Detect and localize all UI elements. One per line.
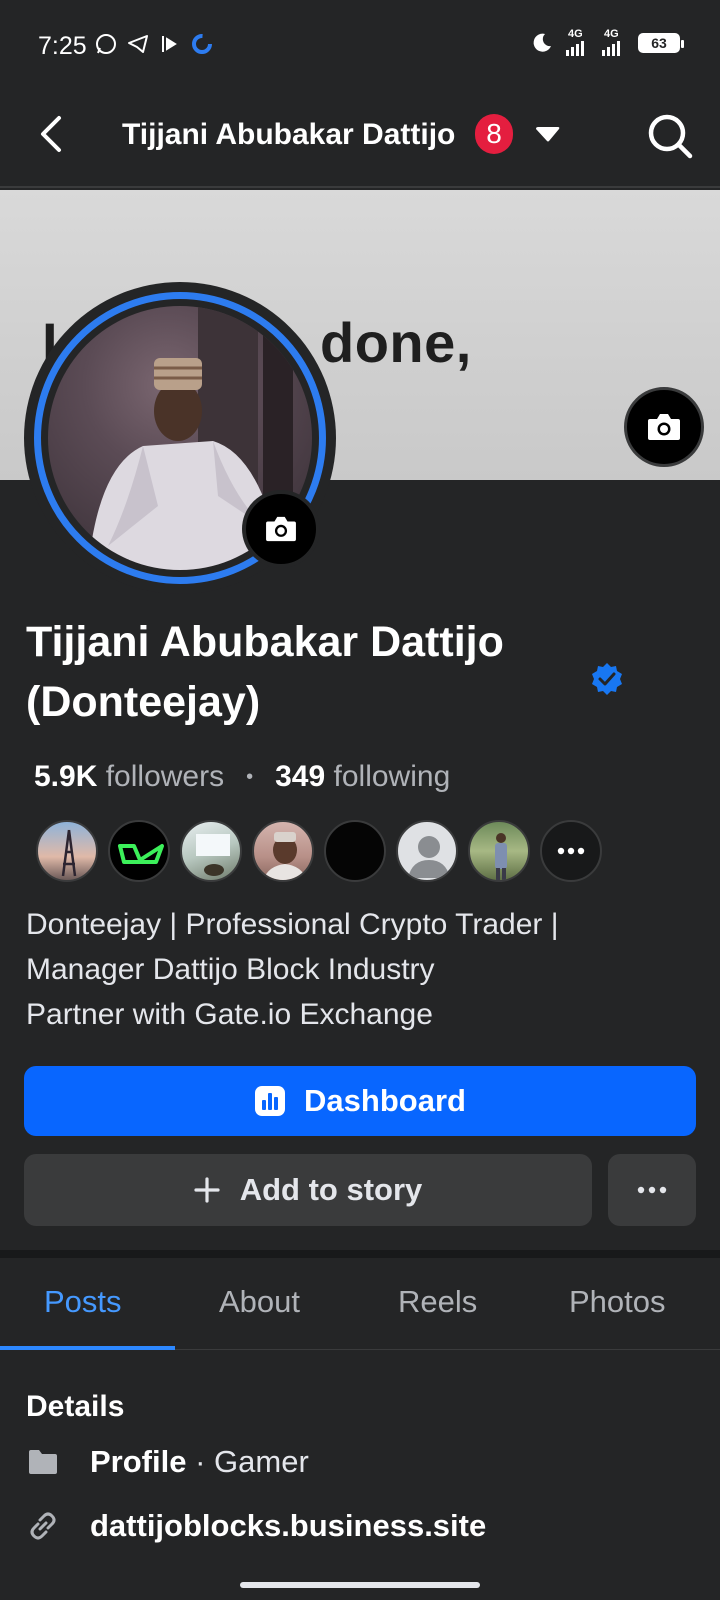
back-arrow-icon: [41, 116, 61, 152]
friend-avatar[interactable]: [36, 820, 98, 882]
tab-reels[interactable]: Reels: [398, 1284, 477, 1320]
more-dots-icon: [637, 1186, 667, 1194]
following-link[interactable]: 349 following: [275, 760, 450, 794]
stats-separator: •: [246, 765, 254, 788]
sync-icon: [192, 34, 212, 54]
back-button[interactable]: [26, 108, 78, 160]
notification-badge[interactable]: 8: [475, 114, 513, 154]
friend-avatar[interactable]: [324, 820, 386, 882]
friend-avatar[interactable]: [396, 820, 458, 882]
active-tab-indicator: [0, 1346, 175, 1350]
profile-bio: Donteejay | Professional Crypto Trader |…: [26, 902, 559, 1037]
tab-photos[interactable]: Photos: [569, 1284, 666, 1320]
friend-avatar[interactable]: [252, 820, 314, 882]
person-photo-icon: [263, 832, 307, 880]
eiffel-tower-icon: [61, 829, 77, 877]
camera-icon: [648, 414, 680, 440]
status-app-icons: [94, 32, 214, 56]
signal-icon: 4G: [566, 28, 590, 56]
category-icon: [29, 1450, 57, 1474]
dashboard-label: Dashboard: [304, 1083, 466, 1118]
profile-name-line2: (Donteejay): [26, 678, 261, 726]
profile-label: Profile: [90, 1444, 187, 1479]
search-icon: [648, 114, 693, 159]
tab-about[interactable]: About: [219, 1284, 300, 1320]
followers-link[interactable]: 5.9K followers: [34, 760, 224, 794]
photo-thumb-icon: [196, 834, 230, 876]
detail-website[interactable]: dattijoblocks.business.site: [26, 1508, 486, 1544]
dashboard-button[interactable]: Dashboard: [24, 1066, 696, 1136]
battery-icon: 63: [638, 33, 684, 53]
person-standing-icon: [495, 833, 507, 880]
header-title[interactable]: Tijjani Abubakar Dattijo: [122, 118, 455, 152]
friend-avatar[interactable]: [108, 820, 170, 882]
profile-tabs: Posts About Reels Photos: [0, 1258, 720, 1350]
bio-line: Partner with Gate.io Exchange: [26, 998, 433, 1031]
followers-label: followers: [105, 760, 225, 793]
section-divider: [0, 1250, 720, 1258]
followers-count: 5.9K: [34, 760, 98, 793]
link-icon: [30, 1512, 56, 1540]
website-link[interactable]: dattijoblocks.business.site: [90, 1508, 486, 1544]
logo-icon: [118, 844, 164, 864]
caret-down-icon: [536, 127, 560, 142]
friend-avatar[interactable]: [468, 820, 530, 882]
more-dots-icon: [557, 847, 585, 855]
app-notification-icon: [162, 36, 177, 52]
edit-profile-photo-button[interactable]: [242, 490, 320, 568]
profile-name: Tijjani Abubakar Dattijo (Donteejay): [26, 612, 586, 732]
more-friends-button[interactable]: [540, 820, 602, 882]
home-indicator[interactable]: [240, 1582, 480, 1588]
verified-badge-icon[interactable]: [590, 662, 624, 696]
following-count: 349: [275, 760, 326, 793]
signal-icon-2: 4G: [602, 28, 626, 56]
camera-icon: [266, 516, 296, 542]
moon-icon: [533, 33, 551, 52]
default-avatar-icon: [408, 836, 450, 878]
whatsapp-icon: [96, 34, 116, 54]
mutual-friends-row: [36, 820, 602, 882]
bio-line: Manager Dattijo Block Industry: [26, 953, 435, 986]
status-bar: 7:25 4G 4G 63: [0, 0, 720, 90]
tab-posts[interactable]: Posts: [44, 1284, 122, 1320]
account-dropdown-button[interactable]: [530, 120, 566, 150]
following-label: following: [333, 760, 451, 793]
add-to-story-button[interactable]: Add to story: [24, 1154, 592, 1226]
telegram-icon: [128, 35, 148, 53]
details-heading: Details: [26, 1390, 125, 1423]
plus-icon: [194, 1177, 220, 1203]
friend-avatar[interactable]: [180, 820, 242, 882]
profile-category: · Gamer: [195, 1444, 309, 1479]
profile-avatar[interactable]: [24, 282, 336, 594]
add-to-story-label: Add to story: [239, 1172, 423, 1207]
status-indicators: 4G 4G 63: [530, 28, 684, 56]
status-time: 7:25: [38, 32, 87, 60]
search-button[interactable]: [642, 108, 698, 164]
top-app-bar: Tijjani Abubakar Dattijo 8: [0, 90, 720, 188]
detail-profile-category: Profile · Gamer: [26, 1444, 309, 1480]
cover-text: done,: [320, 311, 472, 374]
bio-line: Donteejay | Professional Crypto Trader |: [26, 908, 559, 941]
more-options-button[interactable]: [608, 1154, 696, 1226]
edit-cover-button[interactable]: [624, 387, 704, 467]
profile-name-line1: Tijjani Abubakar Dattijo: [26, 618, 504, 666]
dashboard-chart-icon: [255, 1086, 286, 1116]
follow-stats: 5.9K followers • 349 following: [34, 760, 450, 794]
